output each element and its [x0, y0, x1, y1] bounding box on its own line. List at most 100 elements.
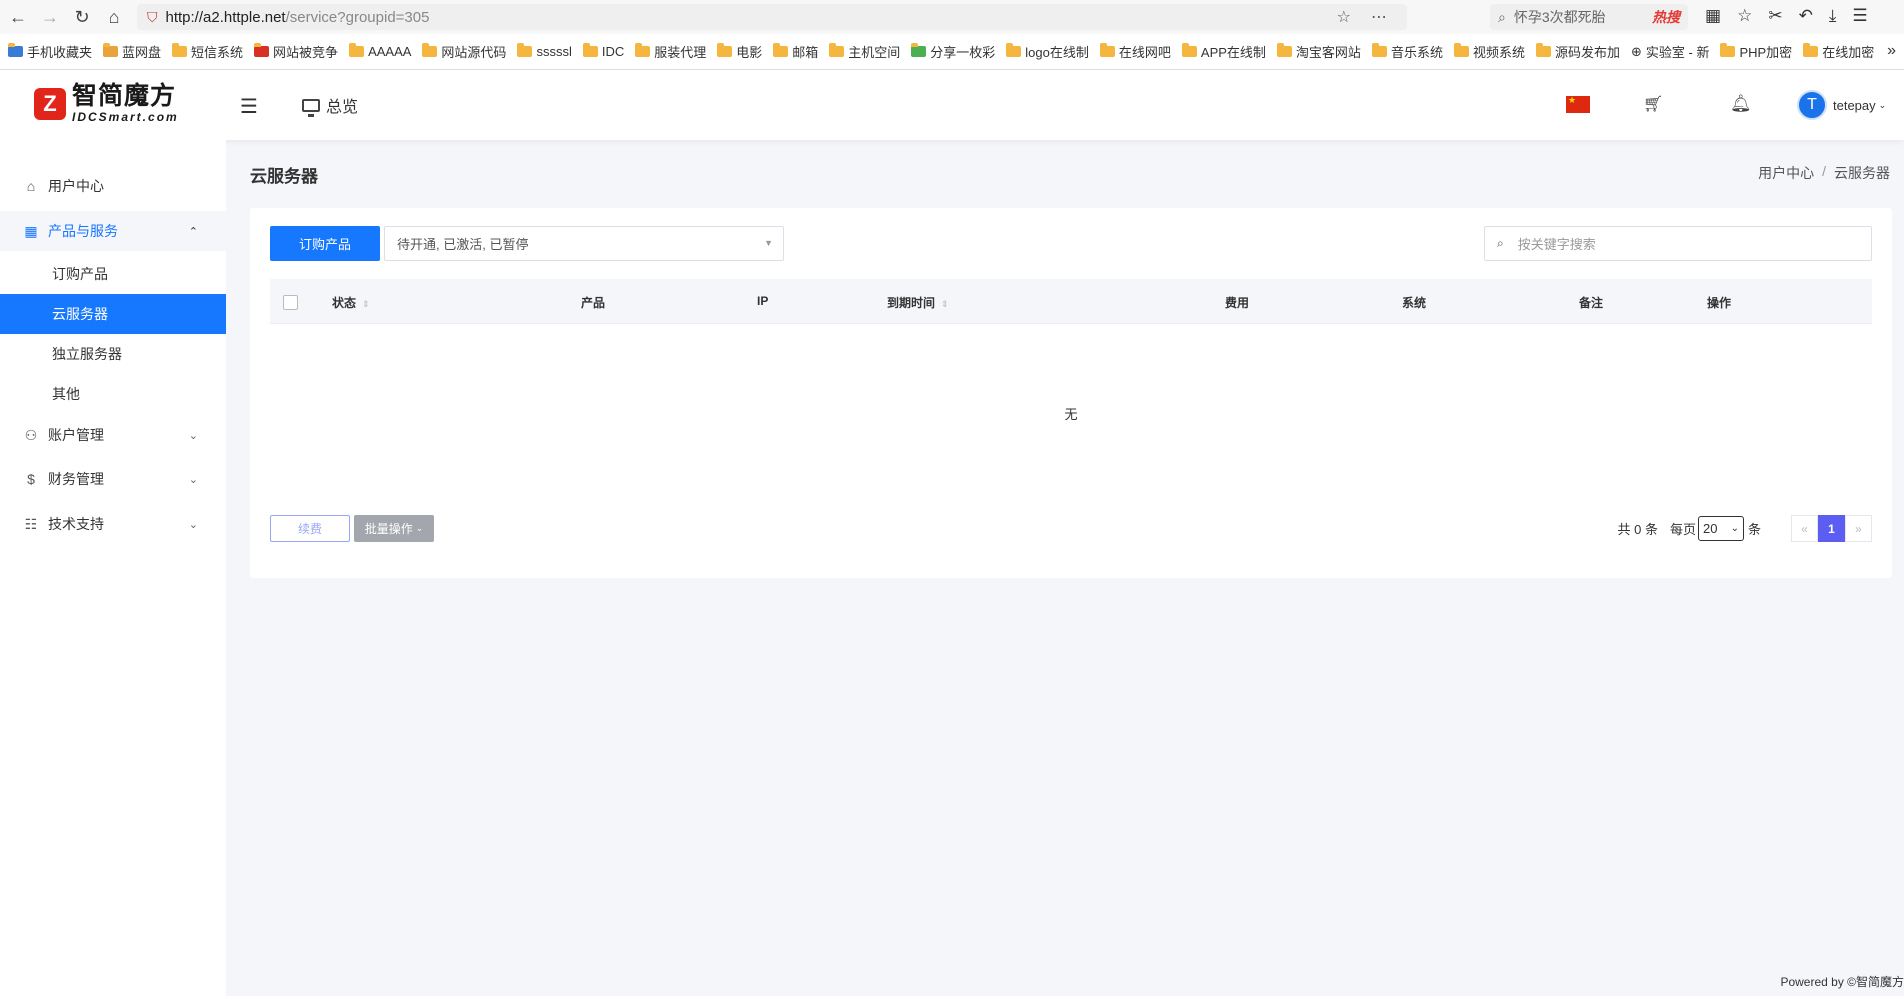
sidebar-sub-other[interactable]: 其他: [0, 374, 226, 414]
search-icon: ⌕: [1498, 8, 1506, 25]
folder-icon: [1181, 43, 1197, 57]
url-path: /service?groupid=305: [285, 8, 430, 26]
select-all-checkbox[interactable]: [283, 295, 298, 310]
bookmark-item[interactable]: 主机空间: [829, 42, 900, 61]
folder-icon: [517, 43, 533, 57]
sidebar-item-label: 财务管理: [48, 471, 104, 487]
chevron-down-icon: ⌄: [188, 473, 198, 486]
bookmark-item[interactable]: 淘宝客网站: [1276, 42, 1361, 61]
back-icon[interactable]: ←: [4, 3, 32, 31]
bookmark-item[interactable]: 分享一枚彩: [911, 42, 995, 61]
column-notes: 备注: [1579, 296, 1604, 310]
folder-icon: [1099, 43, 1115, 57]
globe-icon: ⊕: [1630, 43, 1642, 59]
bookmark-item[interactable]: 音乐系统: [1371, 42, 1443, 61]
folder-icon: [1535, 43, 1551, 57]
sidebar-item-account[interactable]: ⚇ 账户管理 ⌄: [0, 415, 226, 455]
bookmark-item[interactable]: 手机收藏夹: [8, 42, 92, 61]
undo-icon[interactable]: ↶: [1799, 6, 1813, 26]
column-product: 产品: [581, 296, 606, 310]
cart-icon[interactable]: 🛒︎: [1643, 94, 1663, 114]
bookmark-item[interactable]: 网站被竞争: [254, 42, 338, 61]
sidebar-item-support[interactable]: ☷ 技术支持 ⌄: [0, 504, 226, 544]
product-list-card: 订购产品 待开通, 已激活, 已暂停 ▼ ⌕ 按关键字搜索 状态 ⇕ 产品 IP …: [250, 208, 1892, 578]
bookmark-item[interactable]: ⊕ 实验室 - 新: [1631, 42, 1709, 61]
chevron-down-icon: ⌄: [188, 429, 198, 442]
browser-toolbar: ← → ↻ ⌂ ⛉ http://a2.httple.net /service?…: [0, 0, 1904, 34]
bookmark-item[interactable]: 电影: [717, 42, 762, 61]
browser-search[interactable]: ⌕ 怀孕3次都死胎 热搜: [1490, 4, 1688, 30]
page-1-button[interactable]: 1: [1818, 515, 1845, 542]
more-bookmarks-icon[interactable]: »: [1887, 42, 1896, 60]
status-filter-select[interactable]: 待开通, 已激活, 已暂停 ▼: [384, 226, 784, 261]
sidebar: ⌂ 用户中心 ▦ 产品与服务 ⌃ 订购产品 云服务器 独立服务器 其他 ⚇ 账户…: [0, 140, 226, 996]
dollar-icon: $: [27, 471, 35, 487]
logo[interactable]: Z 智简魔方 IDCSmart.com: [34, 84, 179, 123]
more-icon[interactable]: ⋯: [1371, 7, 1387, 27]
bookmark-item[interactable]: 服装代理: [635, 42, 706, 61]
per-page-select[interactable]: 20 ⌄: [1697, 516, 1744, 541]
reload-icon[interactable]: ↻: [68, 3, 96, 31]
sidebar-item-user-center[interactable]: ⌂ 用户中心: [0, 166, 226, 206]
overview-link[interactable]: 总览: [302, 93, 358, 117]
bookmark-item[interactable]: PHP加密: [1720, 42, 1792, 61]
bookmark-item[interactable]: AAAAA: [349, 43, 411, 59]
bookmark-item[interactable]: 邮箱: [773, 42, 818, 61]
batch-actions-button[interactable]: 批量操作 ⌄: [354, 515, 434, 542]
empty-state: 无: [1064, 407, 1078, 422]
order-product-button[interactable]: 订购产品: [270, 226, 380, 261]
folder-icon: [1453, 43, 1469, 57]
pagination: 共 0 条 每页 20 ⌄ 条 « 1 »: [1618, 515, 1872, 542]
overview-label: 总览: [326, 99, 359, 116]
sidebar-item-finance[interactable]: $ 财务管理 ⌄: [0, 459, 226, 499]
forward-icon[interactable]: →: [36, 3, 64, 31]
sidebar-item-products[interactable]: ▦ 产品与服务 ⌃: [0, 211, 226, 251]
breadcrumb-user-center[interactable]: 用户中心: [1758, 163, 1814, 183]
keyword-search-input[interactable]: ⌕ 按关键字搜索: [1484, 226, 1872, 261]
china-flag-icon[interactable]: [1566, 95, 1590, 113]
sidebar-sub-order[interactable]: 订购产品: [0, 254, 226, 294]
bookmark-item[interactable]: sssssl: [517, 43, 572, 59]
download-icon[interactable]: ⤓: [1829, 6, 1837, 26]
column-expire[interactable]: 到期时间 ⇕: [887, 294, 949, 311]
home-icon[interactable]: ⌂: [100, 3, 128, 31]
bookmark-item[interactable]: logo在线制: [1006, 42, 1089, 61]
bookmark-item[interactable]: APP在线制: [1181, 42, 1266, 61]
bell-icon[interactable]: 🔔︎: [1730, 94, 1752, 114]
bookmark-item[interactable]: 视频系统: [1453, 42, 1525, 61]
sidebar-sub-dedicated-server[interactable]: 独立服务器: [0, 334, 226, 374]
breadcrumb-separator: /: [1822, 163, 1826, 179]
folder-icon: [1276, 43, 1292, 57]
menu-toggle-icon[interactable]: ☰: [240, 94, 258, 119]
bookmark-item[interactable]: 在线加密: [1803, 42, 1874, 61]
sidebar-item-label: 账户管理: [48, 427, 104, 443]
scissors-icon[interactable]: ✂: [1768, 6, 1782, 26]
folder-icon: [1371, 43, 1387, 57]
user-menu[interactable]: T tetepay ⌄: [1797, 90, 1886, 120]
bookmark-item[interactable]: IDC: [582, 43, 624, 59]
apps-grid-icon[interactable]: ▦: [1705, 6, 1721, 26]
insecure-icon: ⛉: [147, 8, 158, 25]
column-status[interactable]: 状态 ⇕: [332, 294, 370, 311]
search-placeholder: 按关键字搜索: [1517, 237, 1596, 252]
bookmark-star-icon[interactable]: ☆: [1337, 7, 1351, 27]
bookmark-item[interactable]: 源码发布加: [1535, 42, 1620, 61]
folder-icon: [773, 43, 789, 57]
table-header: 状态 ⇕ 产品 IP 到期时间 ⇕ 费用 系统 备注 操作: [270, 279, 1872, 324]
sort-icon: ⇕: [362, 299, 370, 309]
bookmark-item[interactable]: 短信系统: [172, 42, 243, 61]
bookmark-item[interactable]: 网站源代码: [422, 42, 506, 61]
bookmark-item[interactable]: 在线网吧: [1099, 42, 1171, 61]
prev-page-button[interactable]: «: [1791, 515, 1818, 542]
logo-name: 智简魔方: [72, 82, 177, 110]
sidebar-sub-cloud-server[interactable]: 云服务器: [0, 294, 226, 334]
renew-button[interactable]: 续费: [270, 515, 350, 542]
next-page-button[interactable]: »: [1845, 515, 1872, 542]
address-bar[interactable]: ⛉ http://a2.httple.net /service?groupid=…: [137, 4, 1407, 30]
menu-icon[interactable]: ☰: [1852, 6, 1867, 26]
folder-icon: [172, 43, 188, 57]
username: tetepay: [1833, 97, 1876, 113]
chevron-down-icon: ⌄: [1878, 99, 1887, 110]
bookmark-item[interactable]: 蓝网盘: [103, 42, 161, 61]
favorites-icon[interactable]: ☆: [1737, 6, 1752, 26]
